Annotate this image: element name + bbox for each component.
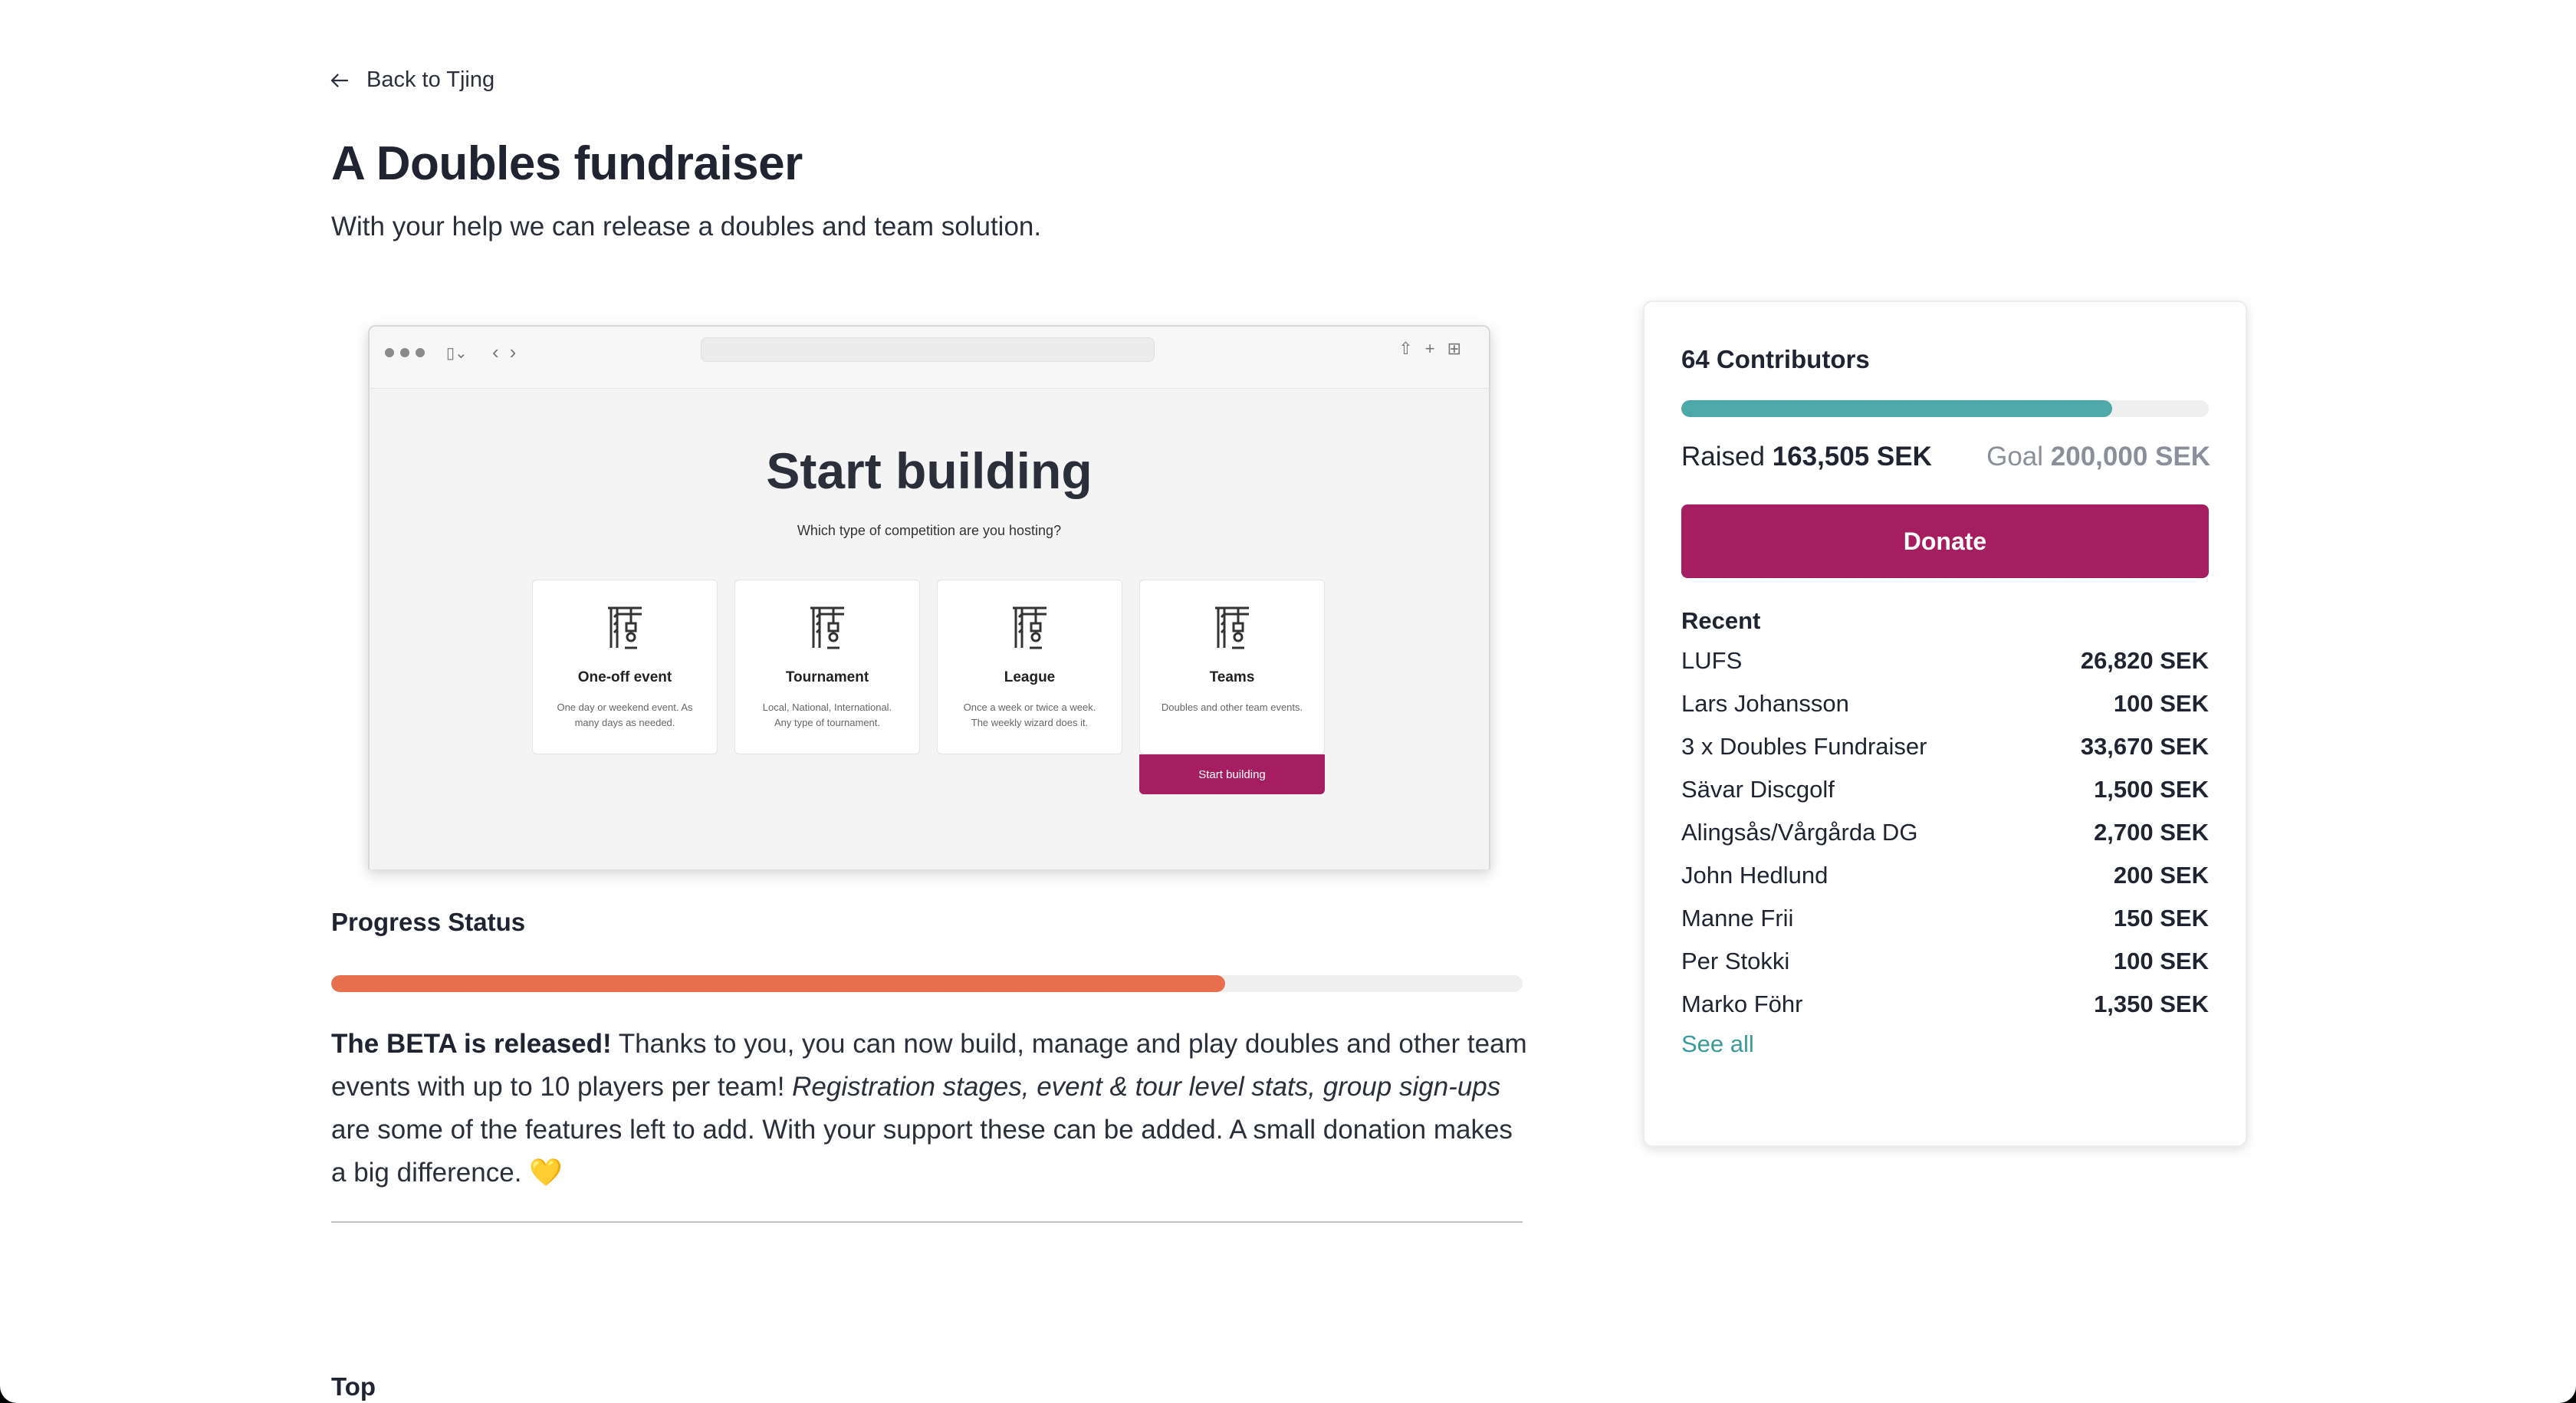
preview-browser-toolbar: ▯⌄ ‹› ⇧+⊞ <box>370 327 1489 389</box>
preview-card-desc: Once a week or twice a week. The weekly … <box>963 702 1096 728</box>
donation-amount: 33,670 SEK <box>2080 733 2209 760</box>
description-text-2: are some of the features left to add. Wi… <box>331 1115 1513 1188</box>
preview-card-title: Tournament <box>785 669 869 685</box>
browser-actions-icon: ⇧+⊞ <box>1398 339 1474 358</box>
preview-card-teams: Teams Doubles and other team events. <box>1139 580 1325 754</box>
donation-row: Manne Frii 150 SEK <box>1681 897 2209 940</box>
progress-status-label: Progress Status <box>331 908 526 936</box>
donation-row: 3 x Doubles Fundraiser 33,670 SEK <box>1681 725 2209 768</box>
preview-card-title: One-off event <box>577 669 672 685</box>
donation-amount: 2,700 SEK <box>2094 819 2209 846</box>
recent-donations-list: LUFS 26,820 SEK Lars Johansson 100 SEK 3 x D… <box>1681 639 2209 1026</box>
page: Back to Tjing A Doubles fundraiser With … <box>0 0 2576 1403</box>
donation-amount: 100 SEK <box>2113 690 2209 717</box>
donation-amount: 1,500 SEK <box>2094 776 2209 803</box>
donate-button[interactable]: Donate <box>1681 504 2209 578</box>
browser-nav-icon: ‹› <box>492 340 527 363</box>
goal-label: Goal <box>1986 442 2044 472</box>
recent-heading: Recent <box>1681 607 1761 634</box>
arrow-left-icon <box>330 73 349 87</box>
donation-row: Lars Johansson 100 SEK <box>1681 682 2209 725</box>
funding-progress-fill <box>1681 400 2113 417</box>
top-heading: Top <box>331 1372 376 1401</box>
crane-icon <box>608 606 642 649</box>
donor-name: Sävar Discgolf <box>1681 776 1835 803</box>
progress-status-bar <box>331 975 1523 992</box>
donor-name: Alingsås/Vårgårda DG <box>1681 819 1918 846</box>
description-lead: The BETA is released! <box>331 1029 612 1059</box>
preview-card-title: Teams <box>1209 669 1255 685</box>
raised-amount: Raised 163,505 SEK <box>1681 442 1932 472</box>
address-bar <box>701 337 1155 362</box>
contributors-count: 64 Contributors <box>1681 345 1870 373</box>
donation-row: John Hedlund 200 SEK <box>1681 854 2209 897</box>
donation-row: Marko Föhr 1,350 SEK <box>1681 983 2209 1026</box>
donor-name: Per Stokki <box>1681 948 1790 974</box>
donation-row: LUFS 26,820 SEK <box>1681 639 2209 682</box>
preview-card-tournament: Tournament Local, National, Internationa… <box>734 580 920 754</box>
donation-amount: 200 SEK <box>2113 862 2209 889</box>
page-subtitle: With your help we can release a doubles … <box>331 212 1042 242</box>
funding-progress-bar <box>1681 400 2209 417</box>
window-controls-icon <box>385 348 425 357</box>
donation-row: Per Stokki 100 SEK <box>1681 940 2209 983</box>
donor-name: LUFS <box>1681 647 1743 674</box>
preview-card-title: League <box>1004 669 1056 685</box>
fundraiser-description: The BETA is released! Thanks to you, you… <box>331 1023 1527 1194</box>
preview-question: Which type of competition are you hostin… <box>797 523 1062 538</box>
donation-amount: 100 SEK <box>2113 948 2209 974</box>
crane-icon <box>1215 606 1249 649</box>
raised-label: Raised <box>1681 442 1765 472</box>
crane-icon <box>1013 606 1046 649</box>
donation-row: Sävar Discgolf 1,500 SEK <box>1681 768 2209 811</box>
description-italic: Registration stages, event & tour level … <box>792 1072 1501 1102</box>
preview-start-building-button: Start building <box>1139 754 1325 794</box>
donor-name: 3 x Doubles Fundraiser <box>1681 733 1927 760</box>
progress-status-fill <box>331 975 1225 992</box>
donor-name: Lars Johansson <box>1681 690 1849 717</box>
preview-card-desc: Doubles and other team events. <box>1161 702 1303 713</box>
donation-amount: 150 SEK <box>2113 905 2209 932</box>
section-divider <box>331 1221 1523 1223</box>
preview-screenshot: ▯⌄ ‹› ⇧+⊞ Start building Which type of c… <box>368 325 1490 869</box>
donation-row: Alingsås/Vårgårda DG 2,700 SEK <box>1681 811 2209 854</box>
preview-card-desc: One day or weekend event. As many days a… <box>557 702 693 728</box>
preview-card-desc: Local, National, International. Any type… <box>762 702 892 728</box>
crane-icon <box>810 606 844 649</box>
preview-heading: Start building <box>766 442 1092 499</box>
donation-amount: 26,820 SEK <box>2080 647 2209 674</box>
goal-amount: Goal 200,000 SEK <box>1986 442 2210 472</box>
preview-card-league: League Once a week or twice a week. The … <box>937 580 1122 754</box>
see-all-link[interactable]: See all <box>1681 1030 1754 1058</box>
preview-card-one-off: One-off event One day or weekend event. … <box>532 580 718 754</box>
fundraising-card: 64 Contributors Raised 163,505 SEK Goal … <box>1643 301 2247 1147</box>
yellow-heart-icon: 💛 <box>529 1158 563 1188</box>
raised-value: 163,505 SEK <box>1772 442 1932 472</box>
page-title: A Doubles fundraiser <box>331 137 803 190</box>
back-link[interactable]: Back to Tjing <box>328 67 495 93</box>
sidebar-toggle-icon: ▯⌄ <box>446 345 468 362</box>
donation-amount: 1,350 SEK <box>2094 991 2209 1017</box>
donor-name: Marko Föhr <box>1681 991 1803 1017</box>
donor-name: Manne Frii <box>1681 905 1794 932</box>
back-link-label: Back to Tjing <box>366 67 495 92</box>
goal-value: 200,000 SEK <box>2050 442 2210 472</box>
donor-name: John Hedlund <box>1681 862 1829 889</box>
